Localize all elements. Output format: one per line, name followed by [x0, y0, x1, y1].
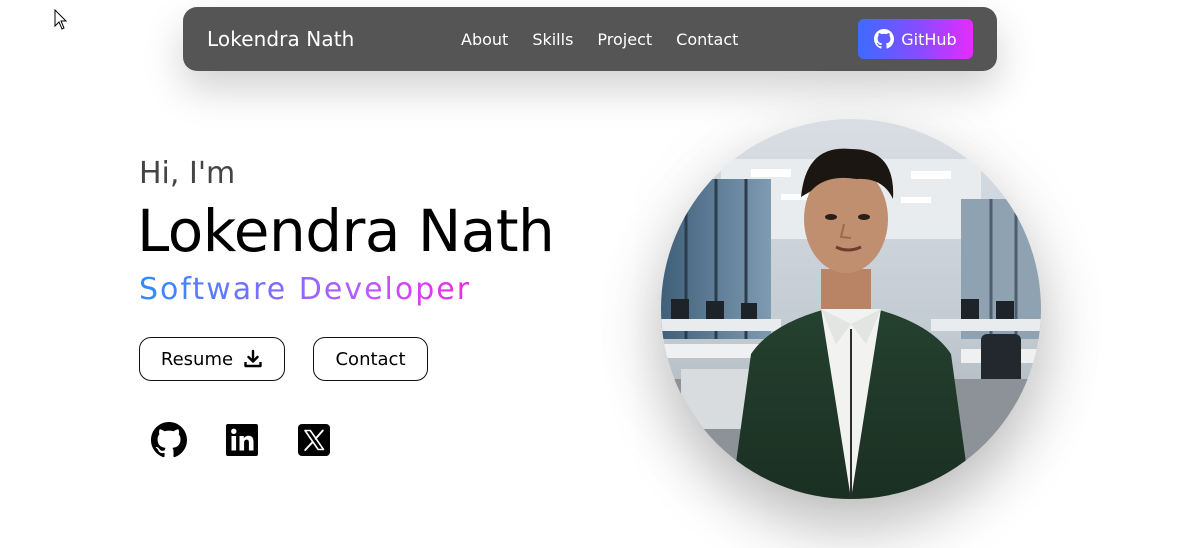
- profile-photo: [661, 119, 1041, 499]
- x-social-link[interactable]: [294, 420, 334, 460]
- download-icon: [244, 349, 262, 368]
- nav-link-project[interactable]: Project: [597, 30, 652, 49]
- nav-links: About Skills Project Contact: [461, 7, 738, 71]
- hero-name: Lokendra Nath: [137, 197, 555, 265]
- x-icon: [298, 424, 330, 456]
- github-icon: [151, 422, 187, 458]
- github-button-label: GitHub: [901, 29, 957, 49]
- github-button[interactable]: GitHub: [858, 19, 973, 59]
- resume-button[interactable]: Resume: [139, 337, 285, 381]
- brand-name[interactable]: Lokendra Nath: [207, 7, 354, 71]
- contact-button-label: Contact: [335, 348, 406, 370]
- greeting-text: Hi, I'm: [139, 156, 236, 191]
- profile-photo-illustration: [661, 119, 1041, 499]
- github-icon: [874, 29, 895, 49]
- navbar: Lokendra Nath About Skills Project Conta…: [183, 7, 997, 71]
- role-title: Software Developer: [139, 272, 472, 307]
- nav-link-skills[interactable]: Skills: [532, 30, 573, 49]
- linkedin-social-link[interactable]: [222, 420, 262, 460]
- linkedin-icon: [226, 424, 258, 456]
- resume-button-label: Resume: [160, 348, 234, 370]
- github-social-link[interactable]: [149, 420, 189, 460]
- nav-link-about[interactable]: About: [461, 30, 508, 49]
- contact-button[interactable]: Contact: [313, 337, 428, 381]
- nav-link-contact[interactable]: Contact: [676, 30, 738, 49]
- mouse-cursor-icon: [54, 9, 68, 30]
